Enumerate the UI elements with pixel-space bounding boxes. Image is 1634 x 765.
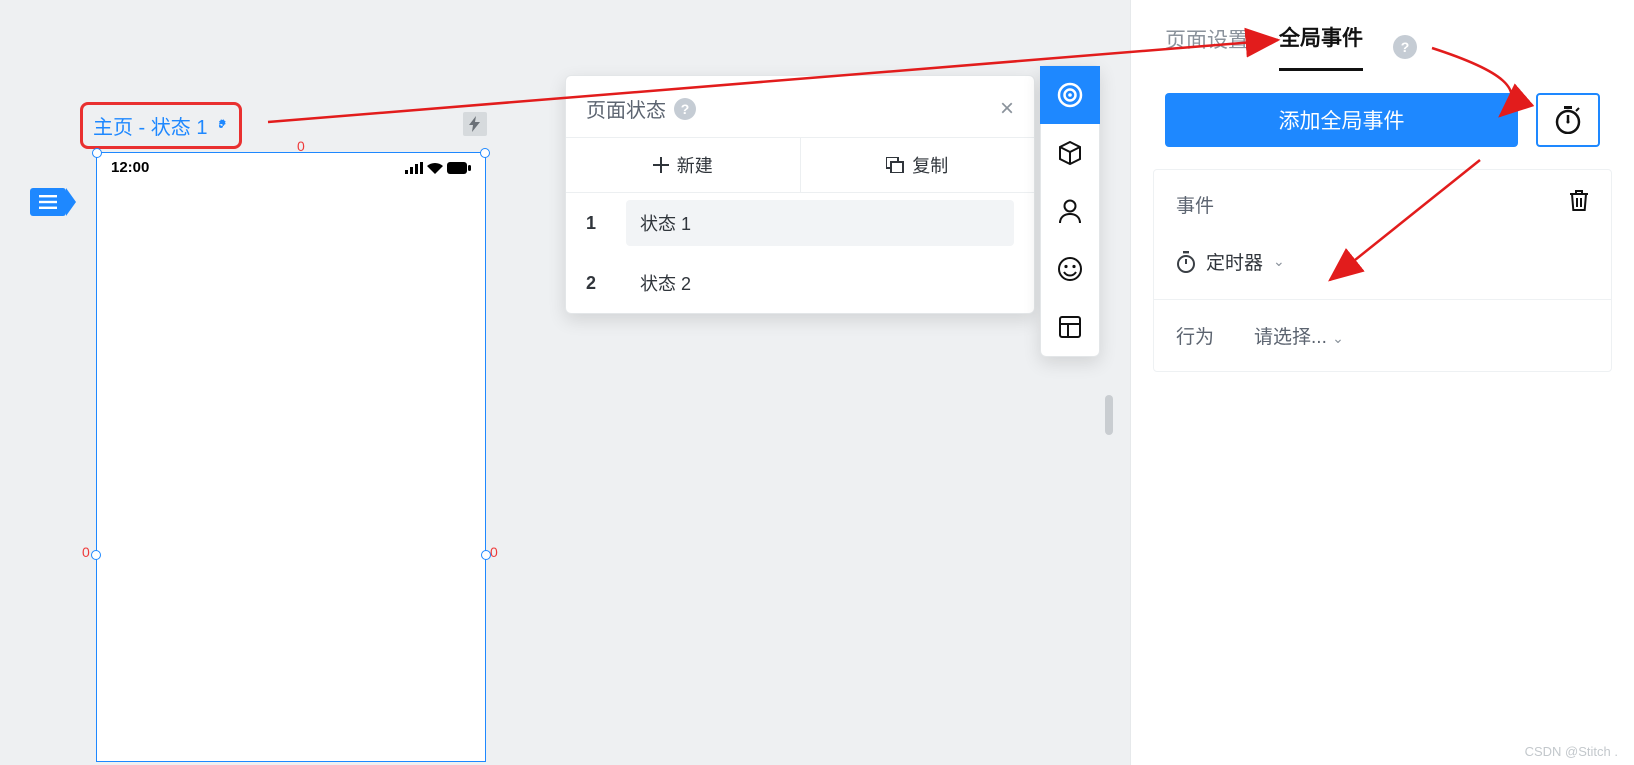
page-state-breadcrumb[interactable]: 主页 - 状态 1 xyxy=(80,102,242,149)
tool-strip xyxy=(1040,65,1100,357)
signal-icon xyxy=(405,162,423,174)
phone-time: 12:00 xyxy=(111,159,149,176)
popover-title: 页面状态 xyxy=(586,94,666,123)
stopwatch-icon xyxy=(1176,251,1196,273)
lightning-icon xyxy=(469,116,481,132)
event-section-label: 事件 xyxy=(1176,191,1214,218)
menu-icon xyxy=(39,195,57,209)
gear-icon xyxy=(213,118,229,134)
page-tree-toggle[interactable] xyxy=(30,188,66,216)
user-icon xyxy=(1058,198,1082,224)
layout-icon xyxy=(1058,315,1082,339)
plus-icon xyxy=(653,157,669,173)
trash-icon xyxy=(1569,190,1589,212)
page-state-popover: 页面状态 ? × 新建 复制 1 状态 1 2 状态 2 xyxy=(565,75,1035,314)
phone-canvas[interactable]: 12:00 xyxy=(96,152,486,762)
phone-status-bar: 12:00 xyxy=(97,153,485,182)
tool-target[interactable] xyxy=(1040,66,1100,124)
chevron-down-icon: ⌄ xyxy=(1273,253,1285,270)
selection-handle[interactable] xyxy=(480,148,490,158)
tool-user[interactable] xyxy=(1040,182,1100,240)
smile-icon xyxy=(1057,256,1083,282)
tool-layout[interactable] xyxy=(1040,298,1100,356)
event-type-selector[interactable]: 定时器 ⌄ xyxy=(1154,238,1611,300)
add-timer-button[interactable] xyxy=(1536,93,1600,147)
action-selector[interactable]: 请选择... ⌄ xyxy=(1254,322,1344,349)
lightning-button[interactable] xyxy=(463,112,487,136)
page-state-label: 主页 - 状态 1 xyxy=(93,111,207,140)
add-global-event-button[interactable]: 添加全局事件 xyxy=(1165,93,1518,147)
battery-icon xyxy=(447,162,471,174)
action-label: 行为 xyxy=(1176,322,1214,349)
tool-cube[interactable] xyxy=(1040,124,1100,182)
dimension-top: 0 xyxy=(297,138,305,154)
new-state-button[interactable]: 新建 xyxy=(566,138,800,192)
delete-event-button[interactable] xyxy=(1569,190,1589,218)
cube-icon xyxy=(1057,140,1083,166)
tab-global-events[interactable]: 全局事件 xyxy=(1279,22,1363,71)
dimension-left: 0 xyxy=(82,544,90,560)
stopwatch-icon xyxy=(1555,106,1581,134)
scrollbar-thumb[interactable] xyxy=(1105,395,1113,435)
tool-emoji[interactable] xyxy=(1040,240,1100,298)
event-card: 事件 定时器 ⌄ 行为 请选择... ⌄ xyxy=(1153,169,1612,372)
selection-handle[interactable] xyxy=(91,550,101,560)
tab-page-settings[interactable]: 页面设置 xyxy=(1165,24,1249,70)
target-icon xyxy=(1057,82,1083,108)
state-row[interactable]: 2 状态 2 xyxy=(566,253,1034,313)
help-icon[interactable]: ? xyxy=(1393,35,1417,59)
state-row[interactable]: 1 状态 1 xyxy=(566,193,1034,253)
copy-state-button[interactable]: 复制 xyxy=(801,138,1035,192)
right-panel: 页面设置 全局事件 ? 添加全局事件 事件 定时器 ⌄ 行为 请选择... ⌄ xyxy=(1130,0,1634,765)
wifi-icon xyxy=(427,162,443,174)
copy-icon xyxy=(886,157,904,173)
dimension-right: 0 xyxy=(490,544,498,560)
help-icon[interactable]: ? xyxy=(674,98,696,120)
chevron-down-icon: ⌄ xyxy=(1332,330,1344,346)
close-icon[interactable]: × xyxy=(1000,97,1014,121)
watermark: CSDN @Stitch . xyxy=(1525,744,1618,759)
selection-handle[interactable] xyxy=(92,148,102,158)
